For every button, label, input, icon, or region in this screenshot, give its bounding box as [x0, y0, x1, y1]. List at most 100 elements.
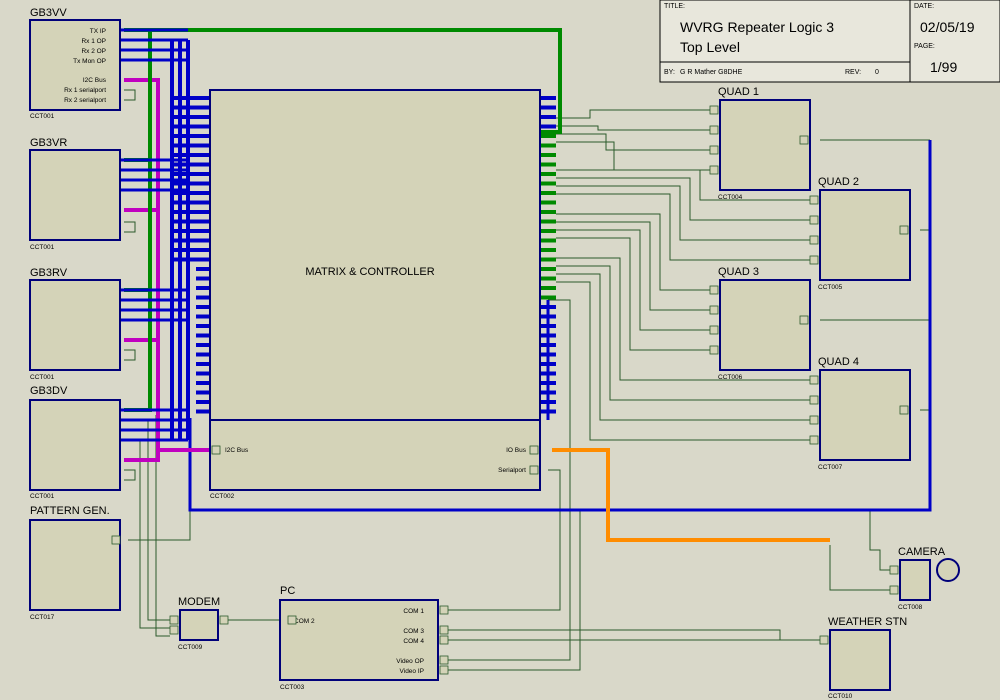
schematic-canvas: TITLE: WVRG Repeater Logic 3 Top Level B…: [29, 0, 1000, 700]
block-name: PATTERN GEN.: [30, 505, 110, 517]
pin-label: TX IP: [90, 28, 106, 35]
block-ref: CCT001: [30, 493, 55, 500]
title-label: TITLE:: [664, 3, 685, 10]
block-ref: CCT002: [210, 493, 235, 500]
wire: [556, 193, 810, 261]
pin-box: [439, 655, 449, 665]
pin-label: I2C Bus: [225, 447, 249, 454]
block-ref: CCT001: [30, 374, 55, 381]
block-quad1[interactable]: QUAD 1 CCT004: [718, 86, 811, 201]
date-label: DATE:: [914, 3, 934, 10]
pin-box: [287, 615, 297, 625]
block-gb3vv[interactable]: GB3VV CCT001 TX IP Rx 1 OP Rx 2 OP Tx Mo…: [29, 7, 121, 120]
block-ref: CCT007: [818, 464, 843, 471]
pin-box: [709, 125, 719, 135]
block-ref: CCT001: [30, 244, 55, 251]
rev-label: REV:: [845, 69, 861, 76]
block-gb3dv[interactable]: GB3DV CCT001: [29, 385, 121, 500]
pin-label: COM 1: [403, 608, 424, 615]
pin-label: Video OP: [396, 658, 424, 665]
block-pc[interactable]: PC CCT003 COM 2 COM 1 COM 3 COM 4 Video …: [279, 585, 439, 691]
page-value: 1/99: [930, 59, 957, 75]
author: G R Mather G8DHE: [680, 69, 743, 76]
block-name: MODEM: [178, 596, 220, 608]
block-modem[interactable]: MODEM CCT009: [178, 596, 220, 651]
block-ref: CCT010: [828, 693, 853, 700]
block-quad3[interactable]: QUAD 3 CCT006: [718, 266, 811, 381]
wire: [556, 237, 710, 351]
pin-box: [809, 395, 819, 405]
pin-box: [709, 285, 719, 295]
block-pattern-gen[interactable]: PATTERN GEN. CCT017: [29, 505, 121, 621]
block-name: PC: [280, 585, 295, 597]
pin-box: [809, 415, 819, 425]
block-ref: CCT005: [818, 284, 843, 291]
pin-label: Rx 2 OP: [81, 48, 106, 55]
pin-box: [439, 635, 449, 645]
block-name: WEATHER STN: [828, 616, 907, 628]
wire: [556, 229, 710, 331]
pin-label: I2C Bus: [83, 77, 107, 84]
wire: [448, 629, 820, 641]
date-value: 02/05/19: [920, 19, 975, 35]
wire: [124, 469, 136, 481]
block-camera[interactable]: CAMERA CCT008: [898, 546, 960, 611]
pin-box: [809, 195, 819, 205]
wire: [124, 89, 136, 101]
pin-label: IO Bus: [506, 447, 527, 454]
pin-box: [809, 255, 819, 265]
pin-box: [111, 535, 121, 545]
block-name: GB3VV: [30, 7, 67, 19]
block-name: GB3RV: [30, 267, 68, 279]
wire: [556, 141, 710, 171]
rev-value: 0: [875, 69, 879, 76]
pin-box: [809, 215, 819, 225]
wire: [556, 213, 710, 291]
block-ref: CCT001: [30, 113, 55, 120]
block-matrix-controller[interactable]: MATRIX & CONTROLLER CCT002 I2C Bus IO Bu…: [209, 89, 541, 500]
pin-box: [529, 445, 539, 455]
pin-box: [709, 345, 719, 355]
pin-box: [169, 615, 179, 625]
block-name: CAMERA: [898, 546, 946, 558]
pin-box: [529, 465, 539, 475]
pin-label: Serialport: [498, 467, 526, 474]
block-name: QUAD 1: [718, 86, 759, 98]
gb-bus-stubs: [120, 28, 188, 442]
wire: [556, 109, 710, 119]
pin-box: [709, 305, 719, 315]
wire: [556, 125, 710, 131]
camera-lens-icon: [936, 558, 960, 582]
pin-box: [709, 325, 719, 335]
title-line1: WVRG Repeater Logic 3: [680, 19, 834, 35]
pin-label: Tx Mon OP: [73, 58, 106, 65]
block-ref: CCT004: [718, 194, 743, 201]
pin-label: COM 2: [294, 618, 315, 625]
block-gb3vr[interactable]: GB3VR CCT001: [29, 137, 121, 251]
block-ref: CCT017: [30, 614, 55, 621]
pin-label: Rx 2 serialport: [64, 97, 106, 104]
pin-box: [819, 635, 829, 645]
block-ref: CCT006: [718, 374, 743, 381]
pin-label: Rx 1 OP: [81, 38, 106, 45]
wire: [124, 349, 136, 361]
pin-box: [169, 625, 179, 635]
block-quad2[interactable]: QUAD 2 CCT005: [818, 176, 911, 291]
pin-box: [219, 615, 229, 625]
pin-box: [211, 445, 221, 455]
pin-box: [439, 625, 449, 635]
block-weather-stn[interactable]: WEATHER STN CCT010: [828, 616, 907, 700]
pin-box: [709, 145, 719, 155]
page-label: PAGE:: [914, 43, 935, 50]
pin-box: [709, 105, 719, 115]
block-name: GB3VR: [30, 137, 67, 149]
pin-box: [439, 665, 449, 675]
block-gb3rv[interactable]: GB3RV CCT001: [29, 267, 121, 381]
title-line2: Top Level: [680, 39, 740, 55]
block-quad4[interactable]: QUAD 4 CCT007: [818, 356, 911, 471]
wire: [829, 545, 898, 591]
block-ref: CCT009: [178, 644, 203, 651]
pin-box: [899, 405, 909, 415]
wire: [869, 510, 898, 571]
pin-label: Rx 1 serialport: [64, 87, 106, 94]
